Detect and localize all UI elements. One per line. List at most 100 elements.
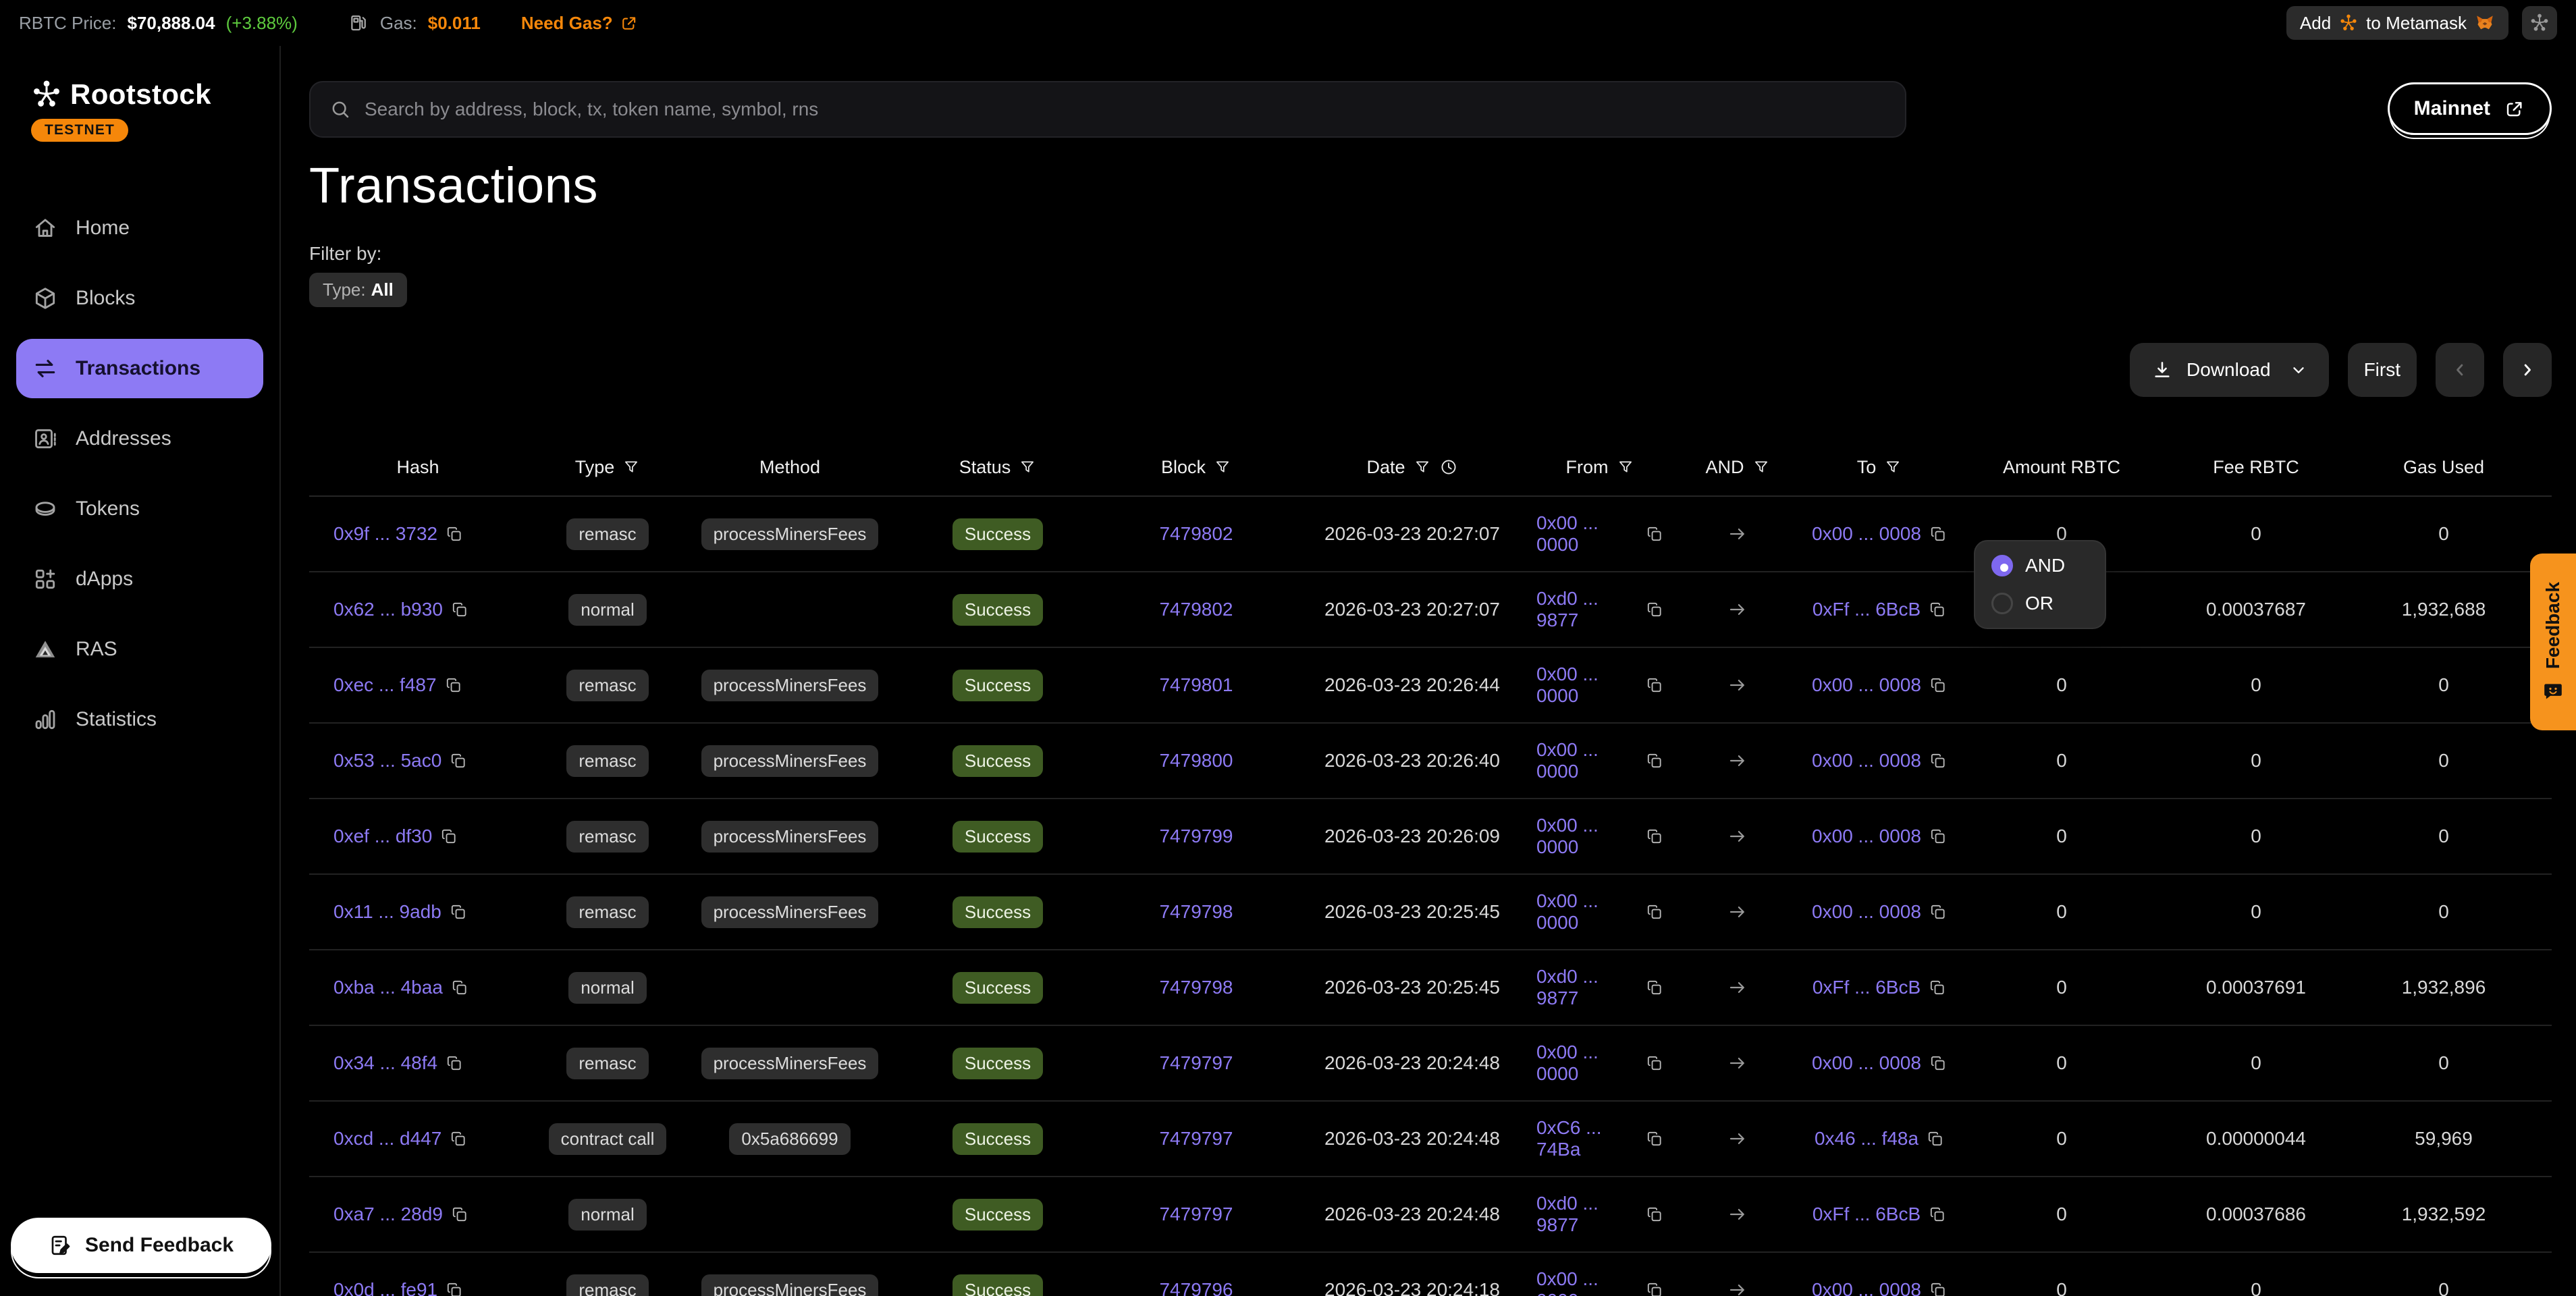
radio-and[interactable] — [1991, 555, 2013, 576]
copy-icon[interactable] — [451, 601, 468, 618]
need-gas-link[interactable]: Need Gas? — [521, 13, 639, 34]
copy-icon[interactable] — [1929, 979, 1946, 996]
brand-logo[interactable]: Rootstock — [31, 78, 279, 111]
radio-option-and[interactable]: AND — [1991, 555, 2089, 576]
filter-icon[interactable] — [1617, 458, 1634, 476]
block-link[interactable]: 7479801 — [1159, 674, 1233, 696]
from-address-link[interactable]: 0x00 ... 0000 — [1536, 512, 1638, 556]
radio-option-or[interactable]: OR — [1991, 593, 2089, 614]
from-address-link[interactable]: 0xC6 ... 74Ba — [1536, 1117, 1638, 1160]
tx-hash-link[interactable]: 0xa7 ... 28d9 — [333, 1204, 443, 1225]
sidebar-item-transactions[interactable]: Transactions — [16, 339, 263, 398]
send-feedback-button[interactable]: Send Feedback — [11, 1218, 271, 1273]
copy-icon[interactable] — [451, 1206, 468, 1223]
filter-icon[interactable] — [1414, 458, 1431, 476]
copy-icon[interactable] — [1929, 676, 1947, 694]
copy-icon[interactable] — [1646, 903, 1663, 921]
tx-hash-link[interactable]: 0x11 ... 9adb — [333, 901, 441, 923]
to-address-link[interactable]: 0x00 ... 0008 — [1812, 674, 1921, 696]
from-address-link[interactable]: 0x00 ... 0000 — [1536, 739, 1638, 782]
filter-icon[interactable] — [1752, 458, 1770, 476]
to-address-link[interactable]: 0x46 ... f48a — [1815, 1128, 1918, 1150]
copy-icon[interactable] — [1929, 601, 1946, 618]
copy-icon[interactable] — [1646, 1206, 1663, 1223]
copy-icon[interactable] — [445, 676, 462, 694]
sidebar-item-ras[interactable]: RAS — [16, 620, 263, 679]
download-button[interactable]: Download — [2130, 343, 2329, 397]
copy-icon[interactable] — [1929, 903, 1947, 921]
to-address-link[interactable]: 0xFf ... 6BcB — [1813, 1204, 1921, 1225]
sidebar-item-dapps[interactable]: dApps — [16, 549, 263, 609]
copy-icon[interactable] — [1929, 525, 1947, 543]
block-link[interactable]: 7479798 — [1159, 977, 1233, 998]
to-address-link[interactable]: 0xFf ... 6BcB — [1813, 599, 1921, 620]
copy-icon[interactable] — [1929, 828, 1947, 845]
to-address-link[interactable]: 0x00 ... 0008 — [1812, 523, 1921, 545]
copy-icon[interactable] — [1646, 1054, 1663, 1072]
from-address-link[interactable]: 0x00 ... 0000 — [1536, 890, 1638, 934]
sidebar-item-statistics[interactable]: Statistics — [16, 690, 263, 749]
copy-icon[interactable] — [446, 1054, 463, 1072]
to-address-link[interactable]: 0x00 ... 0008 — [1812, 901, 1921, 923]
sidebar-item-tokens[interactable]: Tokens — [16, 479, 263, 539]
tx-hash-link[interactable]: 0xcd ... d447 — [333, 1128, 441, 1150]
sidebar-item-home[interactable]: Home — [16, 198, 263, 258]
from-address-link[interactable]: 0x00 ... 0000 — [1536, 815, 1638, 858]
block-link[interactable]: 7479797 — [1159, 1052, 1233, 1074]
copy-icon[interactable] — [1646, 828, 1663, 845]
tx-hash-link[interactable]: 0x0d ... fe91 — [333, 1279, 437, 1296]
tx-hash-link[interactable]: 0x34 ... 48f4 — [333, 1052, 437, 1074]
tx-hash-link[interactable]: 0xef ... df30 — [333, 826, 432, 847]
rootstock-app-button[interactable] — [2522, 6, 2557, 40]
copy-icon[interactable] — [1929, 1281, 1947, 1296]
network-switch-button[interactable]: Mainnet — [2388, 82, 2552, 135]
from-address-link[interactable]: 0x00 ... 0000 — [1536, 1268, 1638, 1296]
block-link[interactable]: 7479797 — [1159, 1128, 1233, 1150]
copy-icon[interactable] — [451, 979, 468, 996]
filter-icon[interactable] — [1019, 458, 1036, 476]
add-to-metamask-button[interactable]: Add to Metamask — [2286, 6, 2508, 40]
from-address-link[interactable]: 0xd0 ... 9877 — [1536, 1193, 1638, 1236]
to-address-link[interactable]: 0x00 ... 0008 — [1812, 1279, 1921, 1296]
from-address-link[interactable]: 0x00 ... 0000 — [1536, 664, 1638, 707]
copy-icon[interactable] — [440, 828, 458, 845]
sidebar-item-addresses[interactable]: Addresses — [16, 409, 263, 468]
copy-icon[interactable] — [1646, 525, 1663, 543]
tx-hash-link[interactable]: 0x62 ... b930 — [333, 599, 443, 620]
block-link[interactable]: 7479802 — [1159, 523, 1233, 545]
copy-icon[interactable] — [1646, 1130, 1663, 1148]
block-link[interactable]: 7479797 — [1159, 1204, 1233, 1225]
copy-icon[interactable] — [1929, 752, 1947, 770]
copy-icon[interactable] — [450, 903, 467, 921]
block-link[interactable]: 7479798 — [1159, 901, 1233, 923]
from-address-link[interactable]: 0x00 ... 0000 — [1536, 1042, 1638, 1085]
to-address-link[interactable]: 0x00 ... 0008 — [1812, 1052, 1921, 1074]
copy-icon[interactable] — [1646, 752, 1663, 770]
copy-icon[interactable] — [446, 525, 463, 543]
copy-icon[interactable] — [1929, 1206, 1946, 1223]
sidebar-item-blocks[interactable]: Blocks — [16, 269, 263, 328]
to-address-link[interactable]: 0x00 ... 0008 — [1812, 826, 1921, 847]
copy-icon[interactable] — [1646, 601, 1663, 618]
tx-hash-link[interactable]: 0xba ... 4baa — [333, 977, 443, 998]
copy-icon[interactable] — [1929, 1054, 1947, 1072]
to-address-link[interactable]: 0xFf ... 6BcB — [1813, 977, 1921, 998]
copy-icon[interactable] — [1646, 1281, 1663, 1296]
to-address-link[interactable]: 0x00 ... 0008 — [1812, 750, 1921, 772]
copy-icon[interactable] — [1646, 979, 1663, 996]
radio-or[interactable] — [1991, 593, 2013, 614]
block-link[interactable]: 7479796 — [1159, 1279, 1233, 1296]
copy-icon[interactable] — [1927, 1130, 1944, 1148]
previous-page-button[interactable] — [2436, 343, 2484, 397]
from-address-link[interactable]: 0xd0 ... 9877 — [1536, 966, 1638, 1009]
first-page-button[interactable]: First — [2348, 343, 2417, 397]
filter-icon[interactable] — [1884, 458, 1902, 476]
copy-icon[interactable] — [450, 1130, 467, 1148]
next-page-button[interactable] — [2503, 343, 2552, 397]
search-input[interactable] — [365, 99, 1886, 120]
block-link[interactable]: 7479799 — [1159, 826, 1233, 847]
from-address-link[interactable]: 0xd0 ... 9877 — [1536, 588, 1638, 631]
copy-icon[interactable] — [450, 752, 467, 770]
tx-hash-link[interactable]: 0x9f ... 3732 — [333, 523, 437, 545]
block-link[interactable]: 7479800 — [1159, 750, 1233, 772]
